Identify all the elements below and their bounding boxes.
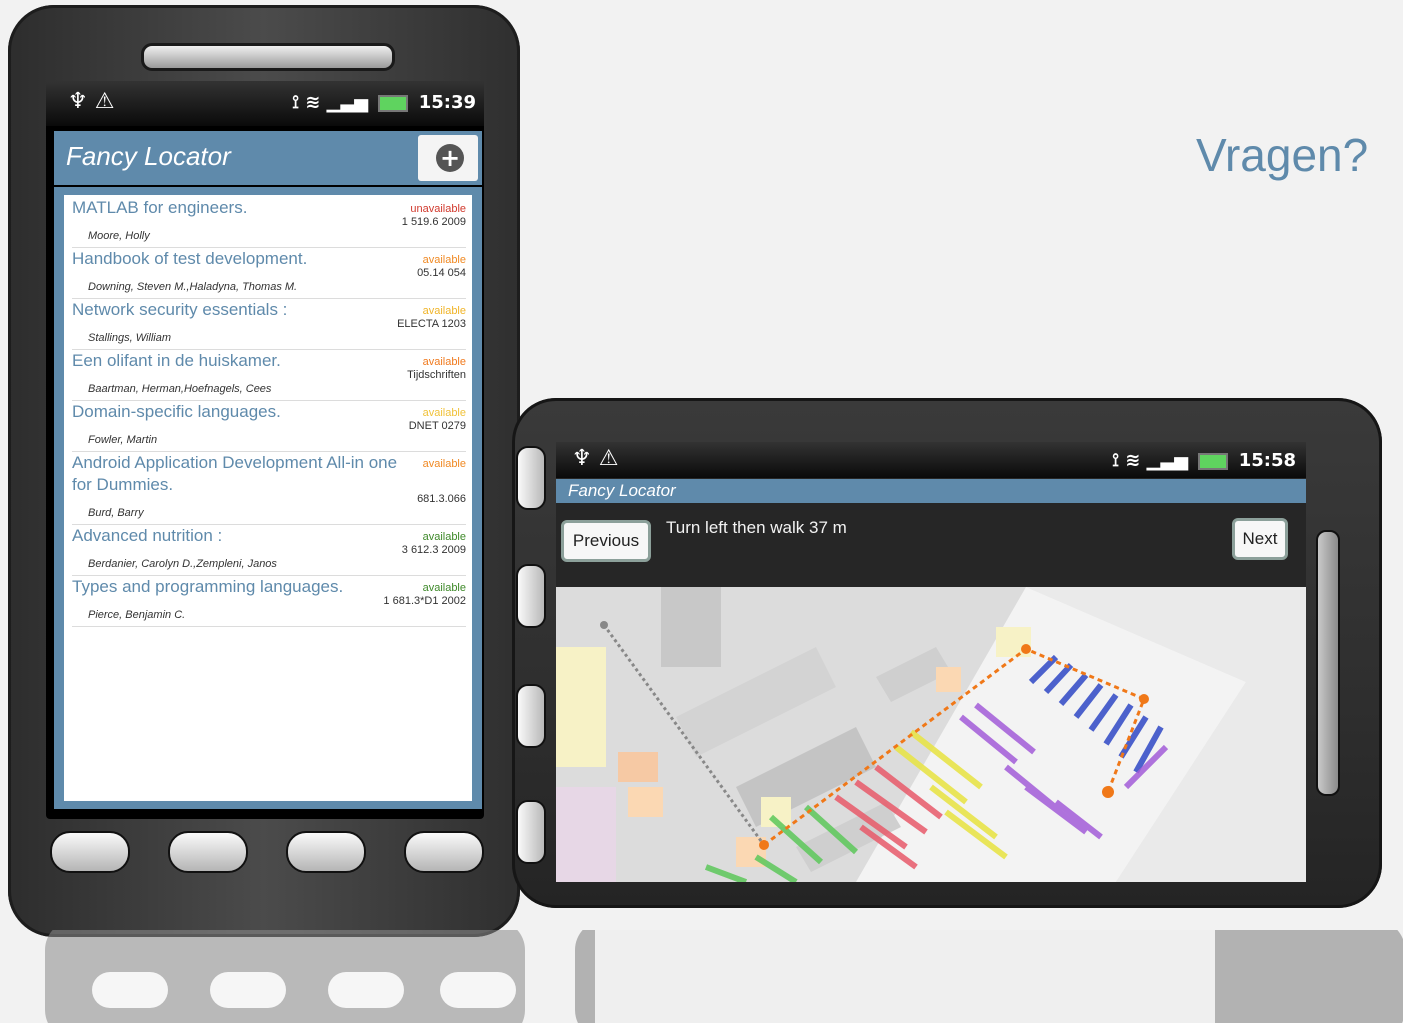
availability-status: available [422, 407, 466, 419]
hardware-buttons [50, 831, 490, 875]
back-hw-button[interactable] [286, 831, 366, 873]
menu-hw-button[interactable] [168, 831, 248, 873]
wifi-icon: ≋ [1125, 450, 1141, 471]
book-author: Baartman, Herman,Hoefnagels, Cees [88, 383, 272, 395]
status-right: ⟟ ≋ ▁▃▅ 15:39 [292, 92, 476, 113]
list-item[interactable]: Handbook of test development. Downing, St… [72, 248, 466, 299]
book-list-frame: MATLAB for engineers. Moore, Holly unavail… [54, 187, 482, 809]
book-title: MATLAB for engineers. [72, 198, 248, 217]
book-author: Berdanier, Carolyn D.,Zempleni, Janos [88, 558, 277, 570]
side-key-2[interactable] [516, 564, 546, 628]
status-right: ⟟ ≋ ▁▃▅ 15:58 [1112, 450, 1296, 471]
book-author: Stallings, William [88, 332, 172, 344]
add-button[interactable]: + [418, 135, 478, 181]
previous-button[interactable]: Previous [561, 520, 651, 562]
add-icon: + [436, 144, 464, 172]
app-title: Fancy Locator [66, 141, 231, 171]
status-time: 15:39 [418, 92, 476, 113]
list-item[interactable]: Domain-specific languages. Fowler, Martin… [72, 401, 466, 452]
status-bar: ♆ ⚠ ⟟ ≋ ▁▃▅ 15:39 [46, 81, 484, 126]
book-title: Network security essentials : [72, 300, 288, 319]
availability-status: available [422, 582, 466, 594]
usb-icon: ♆ [572, 446, 592, 471]
call-number: DNET 0279 [408, 420, 466, 432]
gps-icon: ⟟ [292, 92, 299, 113]
book-author: Downing, Steven M.,Haladyna, Thomas M. [88, 281, 298, 293]
app-title-bar: Fancy Locator [556, 479, 1306, 503]
list-item[interactable]: Network security essentials : Stallings, … [72, 299, 466, 350]
availability-status: available [422, 356, 466, 368]
home-hw-button[interactable] [50, 831, 130, 873]
side-key-1[interactable] [516, 446, 546, 510]
book-title: Domain-specific languages. [72, 402, 281, 421]
list-item[interactable]: Een olifant in de huiskamer. Baartman, He… [72, 350, 466, 401]
side-key-4[interactable] [516, 800, 546, 864]
reflection-map [595, 930, 1215, 1023]
app-title-bar: Fancy Locator + [54, 131, 482, 185]
list-item[interactable]: MATLAB for engineers. Moore, Holly unavail… [72, 197, 466, 248]
book-title: Een olifant in de huiskamer. [72, 351, 281, 370]
wifi-icon: ≋ [305, 92, 321, 113]
portrait-screen: ♆ ⚠ ⟟ ≋ ▁▃▅ 15:39 Fancy Locator + MATLAB… [46, 81, 484, 819]
book-title: Advanced nutrition : [72, 526, 223, 545]
app-title: Fancy Locator [568, 481, 676, 500]
status-time: 15:58 [1238, 450, 1296, 471]
portrait-phone: ♆ ⚠ ⟟ ≋ ▁▃▅ 15:39 Fancy Locator + MATLAB… [8, 5, 520, 937]
warning-icon: ⚠ [598, 446, 619, 471]
gps-icon: ⟟ [1112, 450, 1119, 471]
route-start-marker [759, 840, 769, 850]
indoor-map[interactable] [556, 587, 1306, 882]
landscape-phone: ♆ ⚠ ⟟ ≋ ▁▃▅ 15:58 Fancy Locator Previous… [512, 398, 1382, 908]
phone-reflection [0, 930, 1403, 1023]
call-number: Tijdschriften [407, 369, 466, 381]
availability-status: unavailable [410, 203, 466, 215]
reflection-button-3 [328, 972, 404, 1008]
signal-icon: ▁▃▅ [1146, 450, 1189, 471]
signal-icon: ▁▃▅ [326, 92, 369, 113]
call-number: 681.3.066 [417, 493, 466, 505]
reflection-button-4 [440, 972, 516, 1008]
book-author: Burd, Barry [88, 507, 144, 519]
book-title: Types and programming languages. [72, 577, 344, 596]
availability-status: available [422, 531, 466, 543]
reflection-button-2 [210, 972, 286, 1008]
call-number: 3 612.3 2009 [401, 544, 466, 556]
status-left-icons: ♆ ⚠ [572, 446, 618, 471]
warning-icon: ⚠ [94, 89, 115, 114]
slide-title: Vragen? [1196, 129, 1369, 181]
book-author: Fowler, Martin [88, 434, 158, 446]
book-list: MATLAB for engineers. Moore, Holly unavail… [64, 195, 472, 801]
availability-status: available [422, 254, 466, 266]
call-number: 05.14 054 [417, 267, 466, 279]
trackball-rail [1316, 530, 1340, 796]
list-item[interactable]: Types and programming languages. Pierce, … [72, 576, 466, 627]
status-left-icons: ♆ ⚠ [68, 89, 114, 114]
route-instruction: Turn left then walk 37 m [666, 518, 847, 537]
usb-icon: ♆ [68, 89, 88, 114]
list-item[interactable]: Advanced nutrition : Berdanier, Carolyn D… [72, 525, 466, 576]
call-number: 1 681.3*D1 2002 [383, 595, 466, 607]
call-number: ELECTA 1203 [397, 318, 466, 330]
availability-status: available [422, 305, 466, 317]
book-author: Moore, Holly [88, 230, 150, 242]
map-graphic [556, 587, 1306, 882]
book-title: Handbook of test development. [72, 249, 308, 268]
battery-icon [1198, 452, 1229, 470]
battery-icon [378, 94, 409, 112]
book-title: Android Application Development All-in o… [72, 453, 398, 494]
destination-marker [1102, 786, 1114, 798]
list-item[interactable]: Android Application Development All-in o… [72, 452, 466, 525]
next-button[interactable]: Next [1232, 518, 1288, 560]
status-bar: ♆ ⚠ ⟟ ≋ ▁▃▅ 15:58 [556, 442, 1306, 478]
availability-status: available [422, 458, 466, 470]
search-hw-button[interactable] [404, 831, 484, 873]
landscape-screen: ♆ ⚠ ⟟ ≋ ▁▃▅ 15:58 Fancy Locator Previous… [556, 442, 1306, 882]
phone-speaker [141, 43, 395, 71]
side-key-3[interactable] [516, 684, 546, 748]
call-number: 1 519.6 2009 [401, 216, 466, 228]
reflection-button-1 [92, 972, 168, 1008]
book-author: Pierce, Benjamin C. [88, 609, 186, 621]
